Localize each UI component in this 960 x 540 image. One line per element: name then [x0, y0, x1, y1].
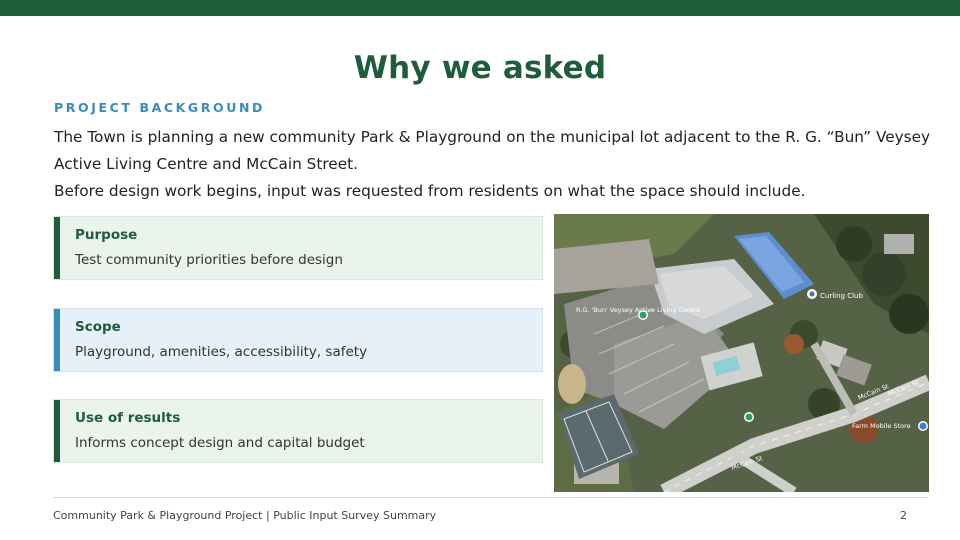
card-title: Purpose — [75, 227, 138, 243]
top-accent-bar — [0, 0, 960, 16]
slide-title: Why we asked — [353, 50, 607, 86]
card-description: Playground, amenities, accessibility, sa… — [75, 344, 368, 360]
card-description: Test community priorities before design — [75, 252, 343, 268]
card-purpose: Purpose Test community priorities before… — [53, 216, 543, 280]
card-title: Scope — [75, 319, 121, 335]
card-accent-bar — [54, 217, 60, 279]
aerial-map-image: R.G. 'Bun' Veysey Active Living Centre C… — [554, 214, 929, 492]
map-label-farm: Farm Mobile Store — [852, 422, 911, 430]
intro-text: The Town is planning a new community Par… — [54, 124, 934, 205]
card-title: Use of results — [75, 410, 181, 426]
card-accent-bar — [54, 309, 60, 371]
map-label-curling: Curling Club — [820, 292, 863, 300]
intro-line: The Town is planning a new community Par… — [54, 128, 931, 146]
intro-line: Before design work begins, input was req… — [54, 182, 806, 200]
section-label: PROJECT BACKGROUND — [54, 100, 266, 115]
card-use-of-results: Use of results Informs concept design an… — [53, 399, 543, 463]
location-pin-icon — [744, 412, 754, 422]
aerial-map-drawing: R.G. 'Bun' Veysey Active Living Centre C… — [554, 214, 929, 492]
footer-divider — [53, 497, 928, 498]
page-number: 2 — [900, 509, 907, 522]
card-description: Informs concept design and capital budge… — [75, 435, 365, 451]
location-pin-icon — [918, 421, 928, 431]
intro-line: Active Living Centre and McCain Street. — [54, 155, 358, 173]
footer-text: Community Park & Playground Project | Pu… — [53, 509, 437, 522]
map-label-centre: R.G. 'Bun' Veysey Active Living Centre — [576, 306, 700, 314]
location-pin-icon — [807, 289, 817, 299]
card-accent-bar — [54, 400, 60, 462]
card-scope: Scope Playground, amenities, accessibili… — [53, 308, 543, 372]
